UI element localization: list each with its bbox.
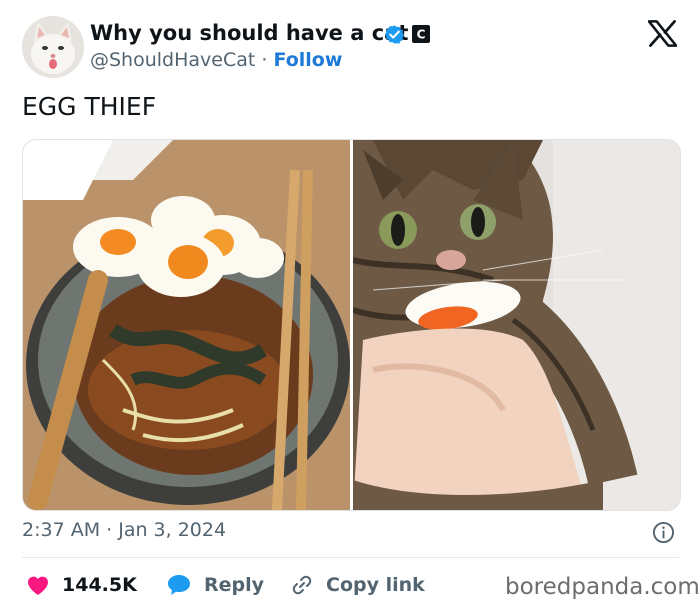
cat-avatar-icon	[22, 16, 84, 78]
handle-separator: ·	[261, 49, 268, 71]
like-count: 144.5K	[62, 574, 137, 596]
follow-button[interactable]: Follow	[273, 49, 342, 71]
info-icon[interactable]	[652, 521, 675, 544]
watermark: boredpanda.com	[505, 574, 700, 600]
tweet-text: EGG THIEF	[22, 92, 157, 121]
heart-icon	[28, 576, 48, 595]
brand-badge-icon: C	[412, 25, 430, 43]
reply-label: Reply	[204, 574, 265, 596]
copy-link-label: Copy link	[326, 574, 425, 596]
reply-button[interactable]: Reply	[166, 570, 264, 600]
tweet-timestamp[interactable]: 2:37 AM · Jan 3, 2024	[22, 519, 226, 541]
cat-egg-thief-image	[353, 140, 680, 510]
link-icon	[292, 575, 312, 595]
avatar[interactable]	[22, 16, 84, 78]
reply-bubble-icon	[168, 575, 190, 595]
handle-line: @ShouldHaveCat · Follow	[90, 49, 342, 71]
copy-link-button[interactable]: Copy link	[290, 570, 425, 600]
egg-noodle-bowl-image	[23, 140, 350, 510]
tweet-divider	[22, 557, 679, 558]
verified-icon	[384, 25, 405, 44]
tweet-media[interactable]	[22, 139, 681, 511]
author-display-name[interactable]: Why you should have a cat	[90, 21, 408, 45]
author-handle[interactable]: @ShouldHaveCat	[90, 49, 255, 71]
x-logo-icon[interactable]	[648, 20, 677, 47]
brand-badge-letter: C	[417, 28, 426, 42]
like-button[interactable]: 144.5K	[26, 570, 137, 600]
